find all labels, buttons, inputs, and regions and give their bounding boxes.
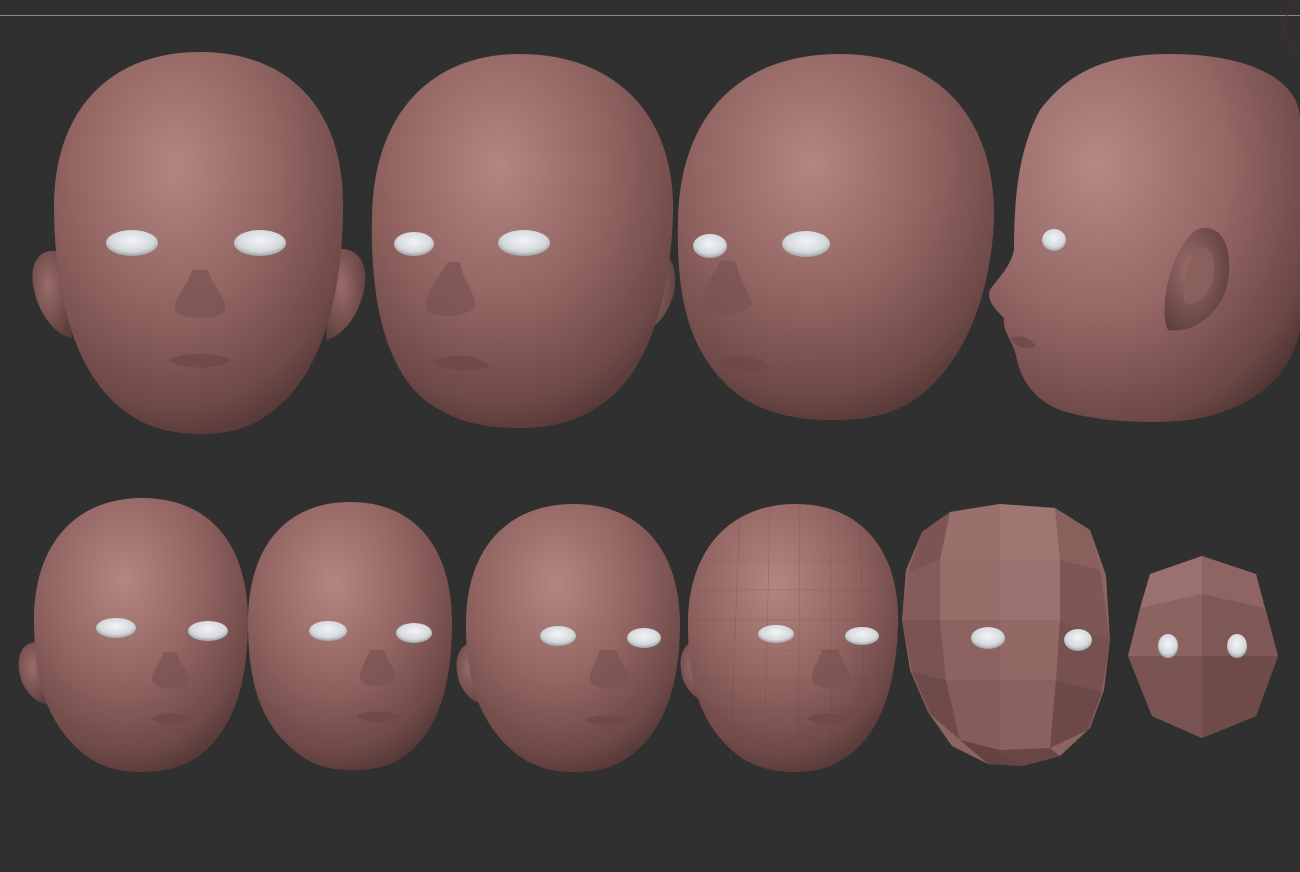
eye-left <box>394 232 434 256</box>
head-shape <box>53 52 344 434</box>
eye-right <box>782 231 830 257</box>
eye-right <box>627 628 661 648</box>
eye-left <box>971 627 1005 649</box>
sculpt-viewport[interactable] <box>0 0 1300 872</box>
head-subdivision-level-4[interactable] <box>456 504 680 772</box>
eye-left <box>540 626 576 646</box>
eye-right <box>845 627 879 645</box>
eye-right <box>498 230 550 256</box>
head-subdivision-level-3[interactable] <box>680 503 899 773</box>
eye-right <box>1227 634 1247 658</box>
head-shape <box>989 54 1300 422</box>
eye-right <box>396 623 432 643</box>
eye-right <box>234 230 286 256</box>
eye-right <box>1064 629 1092 651</box>
eye-left <box>1158 634 1178 658</box>
eye-left <box>693 234 727 258</box>
head-subdivision-level-5[interactable] <box>248 502 452 770</box>
head-profile[interactable] <box>989 54 1300 422</box>
facet-low-right <box>1202 656 1278 738</box>
head-three-quarter[interactable] <box>677 54 995 420</box>
head-subdivision-level-1[interactable] <box>1128 556 1278 738</box>
eye-left <box>309 621 347 641</box>
facet-low-left <box>1128 656 1202 738</box>
head-front[interactable] <box>32 52 366 434</box>
eye-left <box>758 625 794 643</box>
model-canvas[interactable] <box>0 0 1300 872</box>
head-subdivision-level-6[interactable] <box>18 498 248 772</box>
eye-right <box>188 621 228 641</box>
head-subdivision-level-2[interactable] <box>902 504 1110 766</box>
eye-left <box>96 618 136 638</box>
eye-left <box>106 230 158 256</box>
eye <box>1042 229 1066 251</box>
head-three-quarter-slight[interactable] <box>371 54 676 428</box>
